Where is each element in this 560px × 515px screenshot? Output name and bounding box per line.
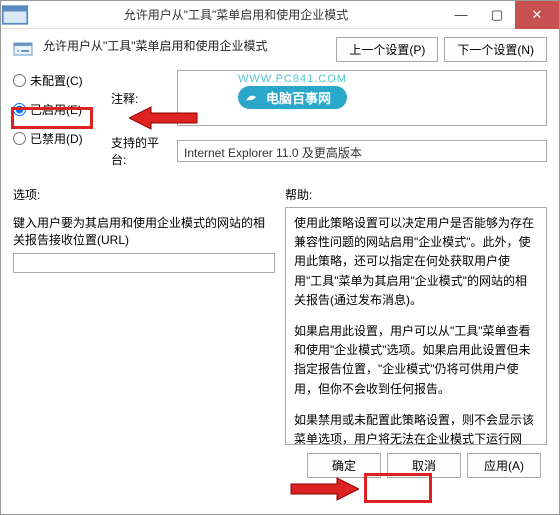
window-controls: — ▢ ✕ [443, 1, 559, 29]
radio-disabled-label: 已禁用(D) [30, 130, 83, 147]
radio-not-configured-input[interactable] [13, 74, 26, 87]
url-option-label: 键入用户要为其启用和使用企业模式的网站的相关报告接收位置(URL) [13, 215, 275, 249]
cancel-button[interactable]: 取消 [387, 453, 461, 478]
maximize-button[interactable]: ▢ [479, 1, 515, 29]
header-row: 允许用户从"工具"菜单启用和使用企业模式 上一个设置(P) 下一个设置(N) [13, 37, 547, 62]
help-paragraph-1: 使用此策略设置可以决定用户是否能够为存在兼容性问题的网站启用"企业模式"。此外，… [294, 214, 538, 310]
radio-disabled-input[interactable] [13, 132, 26, 145]
watermark: WWW.PC841.COM 电脑百事网 [238, 73, 347, 109]
comment-textarea[interactable]: WWW.PC841.COM 电脑百事网 [177, 70, 547, 126]
help-paragraph-2: 如果启用此设置，用户可以从"工具"菜单查看和使用"企业模式"选项。如果启用此设置… [294, 322, 538, 399]
minimize-button[interactable]: — [443, 1, 479, 29]
dialog-window: 允许用户从"工具"菜单启用和使用企业模式 — ▢ ✕ 允许用户从"工具"菜单启用… [0, 0, 560, 515]
policy-description: 允许用户从"工具"菜单启用和使用企业模式 [43, 37, 326, 54]
watermark-text: 电脑百事网 [266, 88, 331, 107]
platform-label: 支持的平台: [111, 134, 171, 168]
help-text-box: 使用此策略设置可以决定用户是否能够为存在兼容性问题的网站启用"企业模式"。此外，… [285, 207, 547, 445]
configuration-row: 未配置(C) 已启用(E) 已禁用(D) 注释: WWW.PC841.COM [13, 70, 547, 176]
platform-value: Internet Explorer 11.0 及更高版本 [177, 140, 547, 162]
app-icon [1, 1, 29, 29]
options-section-label: 选项: [13, 186, 275, 203]
window-title: 允许用户从"工具"菜单启用和使用企业模式 [29, 6, 443, 23]
policy-icon [13, 39, 33, 59]
content-area: 允许用户从"工具"菜单启用和使用企业模式 上一个设置(P) 下一个设置(N) 未… [1, 29, 559, 488]
radio-not-configured-label: 未配置(C) [30, 72, 83, 89]
footer-buttons: 确定 取消 应用(A) [13, 453, 547, 478]
radio-enabled-input[interactable] [13, 103, 26, 116]
watermark-url: WWW.PC841.COM [238, 73, 347, 85]
radio-group: 未配置(C) 已启用(E) 已禁用(D) [13, 70, 99, 176]
radio-not-configured[interactable]: 未配置(C) [13, 72, 99, 89]
radio-disabled[interactable]: 已禁用(D) [13, 130, 99, 147]
radio-enabled[interactable]: 已启用(E) [13, 101, 99, 118]
ok-button[interactable]: 确定 [307, 453, 381, 478]
next-setting-button[interactable]: 下一个设置(N) [444, 37, 547, 62]
watermark-swirl-icon [244, 91, 262, 105]
help-section-label: 帮助: [285, 186, 547, 203]
previous-setting-button[interactable]: 上一个设置(P) [336, 37, 438, 62]
apply-button[interactable]: 应用(A) [467, 453, 541, 478]
lower-panels: 选项: 键入用户要为其启用和使用企业模式的网站的相关报告接收位置(URL) 帮助… [13, 186, 547, 445]
comment-label: 注释: [111, 90, 171, 107]
url-input[interactable] [13, 253, 275, 273]
titlebar: 允许用户从"工具"菜单启用和使用企业模式 — ▢ ✕ [1, 1, 559, 29]
close-button[interactable]: ✕ [515, 1, 559, 29]
radio-enabled-label: 已启用(E) [30, 101, 82, 118]
help-paragraph-3: 如果禁用或未配置此策略设置，则不会显示该菜单选项，用户将无法在企业模式下运行网站… [294, 411, 538, 445]
